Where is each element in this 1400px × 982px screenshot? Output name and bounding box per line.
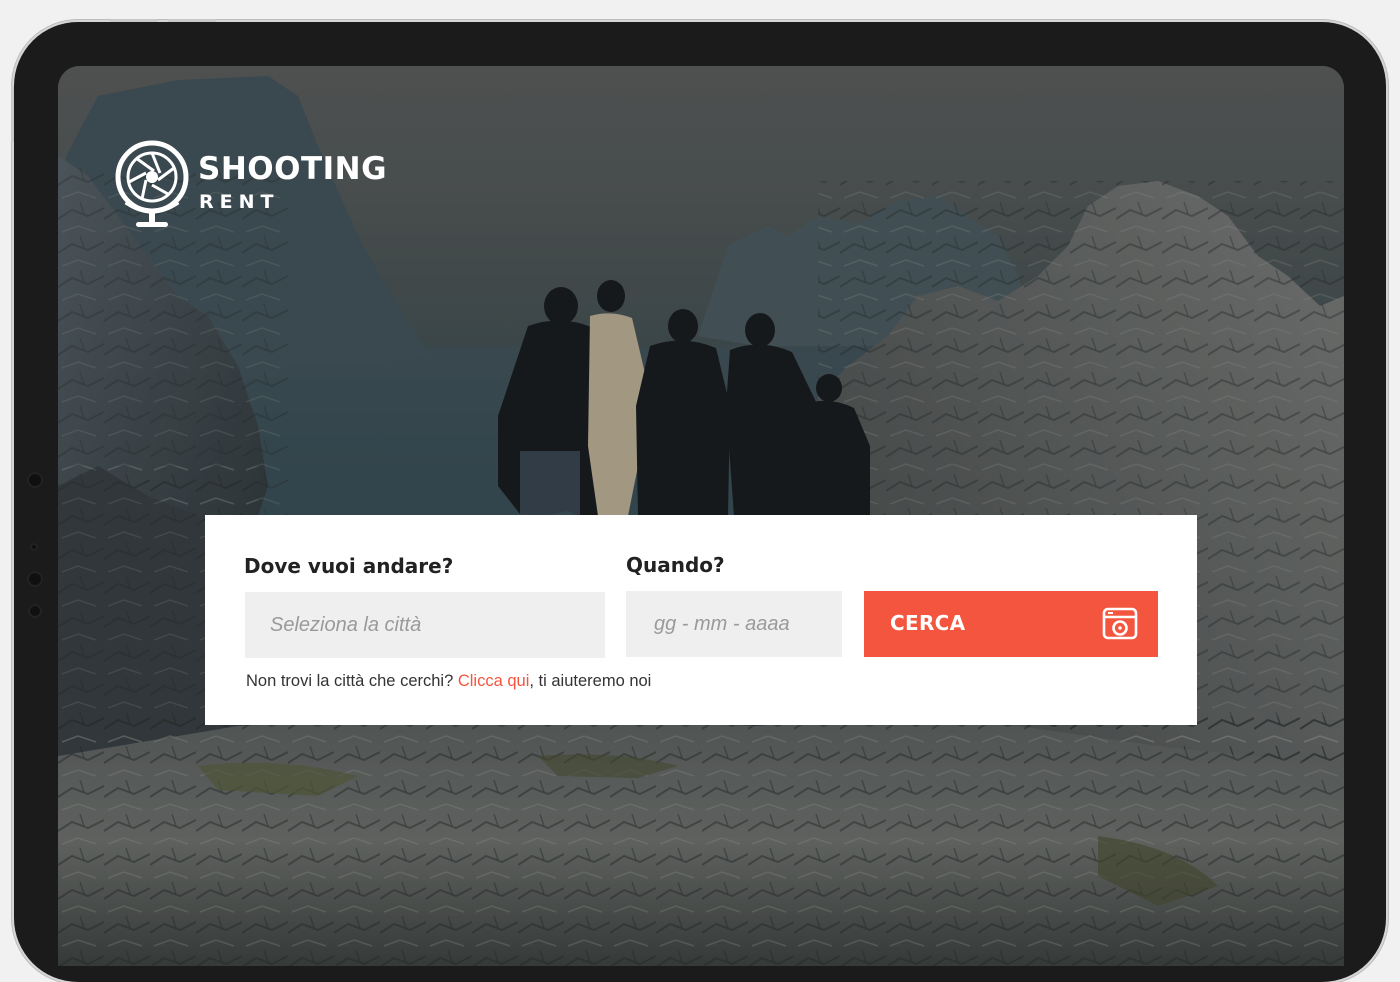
camera-icon [1102, 607, 1138, 640]
brand-name: SHOOTING [198, 151, 388, 187]
power-button [11, 86, 14, 142]
city-select-input[interactable] [245, 592, 605, 658]
destination-label: Dove vuoi andare? [244, 554, 454, 578]
city-help-text: Non trovi la città che cerchi? Clicca qu… [246, 673, 651, 690]
sensor-dot [27, 571, 43, 587]
brand-tagline: RENT [199, 191, 280, 213]
search-panel: Dove vuoi andare? Quando? CERCA Non trov… [205, 515, 1197, 725]
help-text-prefix: Non trovi la città che cerchi? [246, 672, 458, 690]
help-text-suffix: , ti aiuteremo noi [529, 672, 652, 690]
camera-shutter-globe-icon [115, 140, 189, 227]
volume-button [110, 19, 158, 22]
help-link[interactable]: Clicca qui [458, 672, 530, 690]
sensor-dot [28, 604, 42, 618]
search-button[interactable]: CERCA [864, 591, 1158, 657]
sensor-dot [27, 472, 43, 488]
search-button-label: CERCA [890, 611, 966, 635]
front-camera [30, 543, 38, 551]
date-label: Quando? [626, 553, 725, 577]
date-input[interactable] [626, 591, 842, 657]
volume-button [168, 19, 216, 22]
brand-logo[interactable]: SHOOTING RENT [112, 138, 412, 230]
